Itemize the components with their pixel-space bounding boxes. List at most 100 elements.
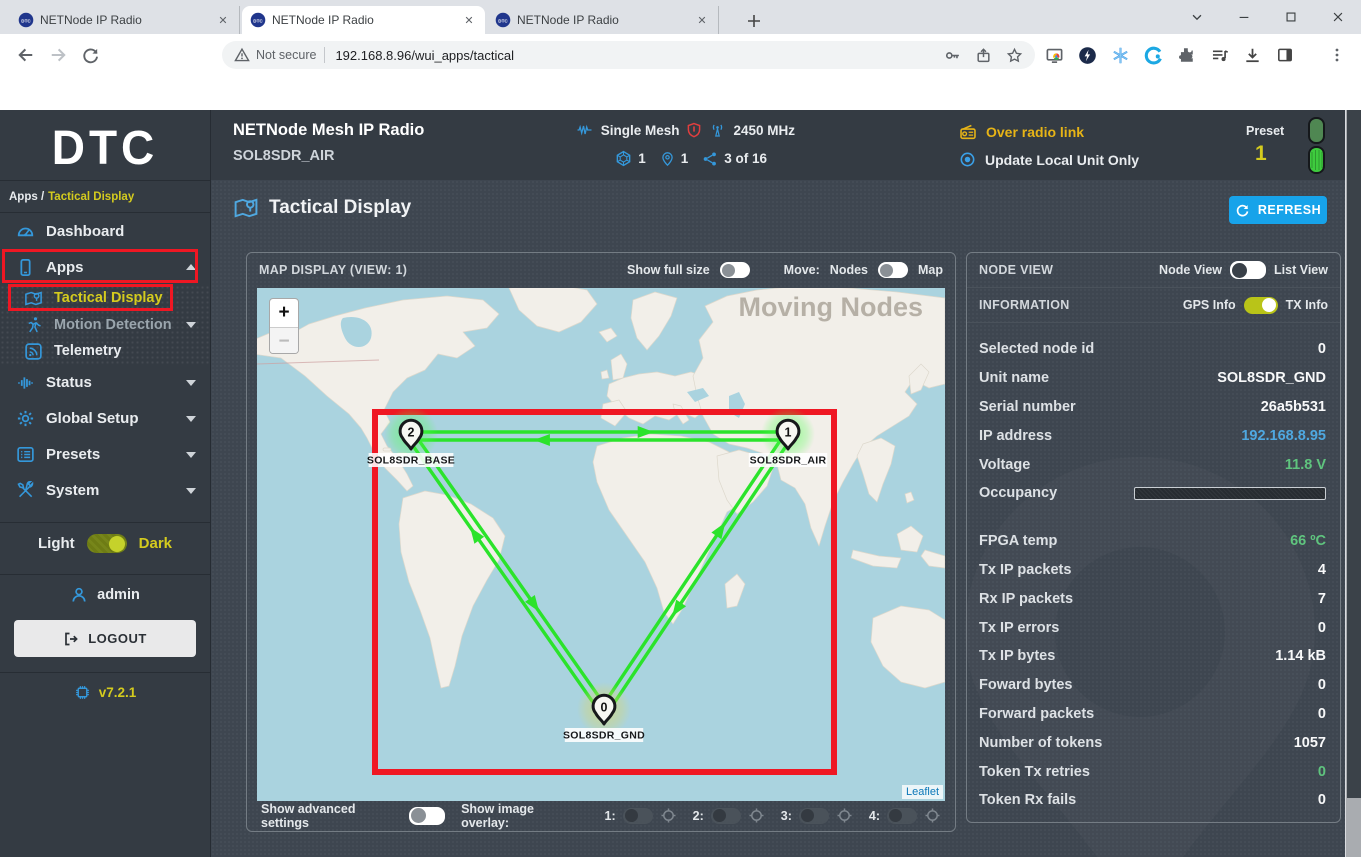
- image-overlay-toggle-3[interactable]: [799, 808, 829, 824]
- svg-text:DTC: DTC: [498, 18, 508, 23]
- info-row: Serial number26a5b531: [979, 393, 1326, 422]
- maximize-button[interactable]: [1267, 0, 1314, 34]
- lightning-icon[interactable]: [1075, 43, 1099, 67]
- refresh-button[interactable]: REFRESH: [1229, 196, 1327, 224]
- sidebar-item-telemetry[interactable]: Telemetry: [10, 338, 210, 365]
- sidebar-item-motion-detection[interactable]: Motion Detection: [10, 312, 210, 339]
- tab-search-icon[interactable]: [1173, 0, 1220, 34]
- share-icon[interactable]: [975, 47, 992, 64]
- apps-icon: [16, 258, 35, 277]
- security-label[interactable]: Not secure: [256, 48, 316, 62]
- image-overlay-index: 2:: [693, 809, 704, 823]
- info-row: Token Rx fails0: [979, 786, 1326, 815]
- sidebar-item-global-setup[interactable]: Global Setup: [0, 401, 210, 437]
- c-icon[interactable]: [1141, 43, 1165, 67]
- advanced-settings-toggle[interactable]: [409, 807, 445, 825]
- radio-button-icon[interactable]: [959, 151, 976, 168]
- status-icon: [16, 373, 35, 392]
- map-node-2[interactable]: 2SOL8SDR_BASE: [367, 407, 455, 467]
- chevron-up-icon: [186, 264, 196, 270]
- node-id: 0: [601, 701, 608, 715]
- show-full-size-toggle[interactable]: [720, 262, 750, 278]
- crosshair-icon[interactable]: [660, 807, 677, 824]
- image-overlay-group: 3:: [781, 807, 853, 824]
- telemetry-icon: [24, 342, 43, 361]
- address-bar[interactable]: Not secure 192.168.8.96/wui_apps/tactica…: [222, 41, 1035, 69]
- info-row: Forward packets0: [979, 700, 1326, 729]
- zoom-in-button[interactable]: +: [270, 299, 298, 327]
- sidebar-item-status[interactable]: Status: [0, 365, 210, 401]
- sidebar-item-presets[interactable]: Presets: [0, 437, 210, 473]
- preset-value: 1: [1255, 142, 1267, 166]
- info-row-label: Tx IP packets: [979, 562, 1318, 578]
- new-tab-button[interactable]: [742, 9, 766, 33]
- page-scrollbar[interactable]: [1345, 110, 1361, 857]
- radio-icon: [959, 123, 977, 141]
- info-toggle[interactable]: [1244, 297, 1278, 314]
- sidebar-item-dashboard[interactable]: Dashboard: [0, 213, 210, 249]
- tab-close-icon[interactable]: ✕: [461, 12, 477, 28]
- node-id: 2: [408, 426, 415, 440]
- browser-menu-icon[interactable]: [1325, 43, 1349, 67]
- window-controls: [1173, 0, 1361, 34]
- tab-close-icon[interactable]: ✕: [215, 12, 231, 28]
- image-overlay-toggle-2[interactable]: [711, 808, 741, 824]
- snowflake-icon[interactable]: [1108, 43, 1132, 67]
- move-toggle[interactable]: [878, 262, 908, 278]
- minimize-button[interactable]: [1220, 0, 1267, 34]
- puzzle-icon[interactable]: [1174, 43, 1198, 67]
- links-count: 3 of 16: [724, 151, 767, 166]
- close-button[interactable]: [1314, 0, 1361, 34]
- map-node-1[interactable]: 1SOL8SDR_AIR: [749, 407, 827, 467]
- info-row-value: 66 ºC: [1290, 533, 1326, 549]
- reload-button[interactable]: [78, 43, 102, 67]
- forward-button[interactable]: [46, 43, 70, 67]
- browser-tab[interactable]: DTCNETNode IP Radio✕: [487, 6, 719, 34]
- logout-button[interactable]: LOGOUT: [14, 620, 196, 657]
- browser-tab[interactable]: DTCNETNode IP Radio✕: [10, 6, 240, 34]
- sidebar: DTC Apps / Tactical Display DashboardApp…: [0, 110, 210, 857]
- person-icon: [70, 586, 88, 604]
- sidebar-item-system[interactable]: System: [0, 473, 210, 509]
- sidebar-divider: [0, 672, 210, 673]
- desktop-share-icon[interactable]: [1042, 43, 1066, 67]
- node-label: SOL8SDR_AIR: [750, 455, 827, 467]
- mesh-count: 1: [638, 151, 646, 166]
- theme-toggle[interactable]: [87, 534, 127, 553]
- leaflet-attribution[interactable]: Leaflet: [902, 785, 943, 799]
- map-panel-footer: Show advanced settings Show image overla…: [247, 800, 955, 831]
- app-header: NETNode Mesh IP Radio SOL8SDR_AIR Single…: [210, 110, 1345, 180]
- password-key-icon[interactable]: [944, 47, 961, 64]
- sidebar-item-tactical-display[interactable]: Tactical Display: [10, 285, 210, 312]
- sidebar-item-label: Dashboard: [46, 223, 196, 240]
- chevron-down-icon: [186, 322, 196, 328]
- crosshair-icon[interactable]: [924, 807, 941, 824]
- version-label: v7.2.1: [99, 685, 137, 700]
- zoom-out-button[interactable]: −: [270, 327, 298, 354]
- url-text[interactable]: 192.168.8.96/wui_apps/tactical: [335, 48, 930, 63]
- image-overlay-label: Show image overlay:: [461, 802, 580, 830]
- browser-tab[interactable]: DTCNETNode IP Radio✕: [242, 6, 485, 34]
- sidebar-icon[interactable]: [1273, 43, 1297, 67]
- view-toggle[interactable]: [1230, 261, 1266, 279]
- node-view-label: Node View: [1159, 263, 1222, 277]
- bookmark-star-icon[interactable]: [1006, 47, 1023, 64]
- frequency-label: 2450 MHz: [733, 123, 795, 138]
- crosshair-icon[interactable]: [748, 807, 765, 824]
- info-row-label: Rx IP packets: [979, 591, 1318, 607]
- info-row: Token Tx retries0: [979, 757, 1326, 786]
- download-icon[interactable]: [1240, 43, 1264, 67]
- image-overlay-toggle-4[interactable]: [887, 808, 917, 824]
- map-node-0[interactable]: 0SOL8SDR_GND: [563, 682, 645, 742]
- breadcrumb: Apps / Tactical Display: [0, 180, 210, 213]
- tab-close-icon[interactable]: ✕: [694, 12, 710, 28]
- back-button[interactable]: [14, 43, 38, 67]
- info-row-label: Foward bytes: [979, 677, 1318, 693]
- map[interactable]: 2SOL8SDR_BASE1SOL8SDR_AIR0SOL8SDR_GND + …: [257, 288, 945, 801]
- crosshair-icon[interactable]: [836, 807, 853, 824]
- scrollbar-thumb[interactable]: [1347, 110, 1361, 798]
- image-overlay-toggle-1[interactable]: [623, 808, 653, 824]
- playlist-icon[interactable]: [1207, 43, 1231, 67]
- page-header: Tactical Display REFRESH: [211, 180, 1345, 240]
- sidebar-item-apps[interactable]: Apps: [0, 249, 210, 285]
